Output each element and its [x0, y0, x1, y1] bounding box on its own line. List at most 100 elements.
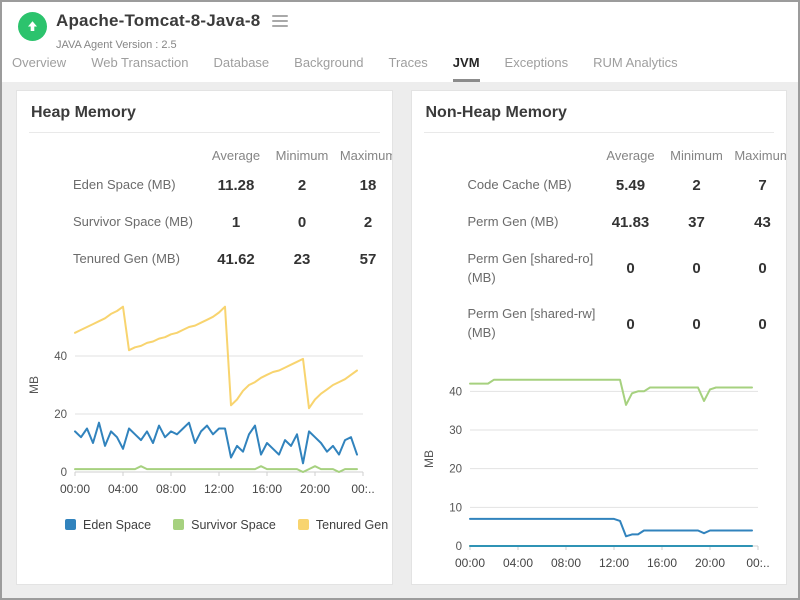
table-corner-cell: [412, 142, 598, 167]
tab-rum-analytics[interactable]: RUM Analytics: [593, 55, 678, 82]
metric-value: 5.49: [598, 167, 664, 204]
column-header: Minimum: [664, 142, 730, 167]
metric-value: 2: [664, 167, 730, 204]
tab-background[interactable]: Background: [294, 55, 363, 82]
metric-value: 7: [730, 167, 788, 204]
metric-value: 18: [335, 167, 393, 204]
legend-item-eden-space[interactable]: Eden Space: [65, 518, 151, 532]
metric-value: 57: [335, 241, 393, 278]
tab-bar: Overview Web Transaction Database Backgroun…: [12, 55, 798, 82]
metric-value: 1: [203, 204, 269, 241]
heap-memory-legend: Eden Space Survivor Space Tenured Gen: [65, 518, 392, 532]
table-row: Survivor Space (MB)102: [17, 204, 393, 241]
jvm-dashboard-content: Heap Memory AverageMinimumMaximum Eden S…: [2, 82, 798, 598]
legend-label: Eden Space: [83, 518, 151, 532]
arrow-up-icon: [25, 19, 40, 34]
svg-text:04:00: 04:00: [108, 482, 138, 496]
panel-title: Non-Heap Memory: [412, 91, 787, 132]
non-heap-memory-table: AverageMinimumMaximum Code Cache (MB)5.4…: [412, 142, 788, 352]
metric-value: 0: [598, 296, 664, 352]
svg-text:20:00: 20:00: [694, 556, 724, 570]
metric-value: 0: [730, 241, 788, 297]
table-corner-cell: [17, 142, 203, 167]
svg-text:16:00: 16:00: [646, 556, 676, 570]
tab-jvm[interactable]: JVM: [453, 55, 480, 82]
legend-label: Tenured Gen: [316, 518, 388, 532]
svg-text:12:00: 12:00: [598, 556, 628, 570]
svg-text:00:00: 00:00: [60, 482, 90, 496]
column-header: Average: [203, 142, 269, 167]
monitor-status-badge: [18, 12, 47, 41]
metric-value: 2: [335, 204, 393, 241]
column-header: Average: [598, 142, 664, 167]
metric-label: Survivor Space (MB): [17, 204, 203, 241]
metric-label: Tenured Gen (MB): [17, 241, 203, 278]
heap-memory-table: AverageMinimumMaximum Eden Space (MB)11.…: [17, 142, 393, 278]
heap-memory-panel: Heap Memory AverageMinimumMaximum Eden S…: [16, 90, 393, 585]
svg-text:08:00: 08:00: [550, 556, 580, 570]
legend-swatch: [298, 519, 309, 530]
metric-value: 23: [269, 241, 335, 278]
table-row: Perm Gen [shared-ro] (MB)000: [412, 241, 788, 297]
metric-value: 11.28: [203, 167, 269, 204]
metric-label: Perm Gen [shared-ro] (MB): [412, 241, 598, 297]
svg-text:00:..: 00:..: [746, 556, 769, 570]
tab-web-transaction[interactable]: Web Transaction: [91, 55, 188, 82]
svg-text:20: 20: [449, 464, 462, 476]
heap-memory-chart: 0 20 40 00:00 04:00 08:00 12:00 16:00 20:00 00:..…: [23, 290, 392, 502]
metric-value: 43: [730, 204, 788, 241]
hamburger-menu-icon[interactable]: [270, 13, 290, 29]
legend-swatch: [173, 519, 184, 530]
metric-value: 0: [664, 241, 730, 297]
svg-text:MB: MB: [422, 450, 436, 468]
metric-value: 41.62: [203, 241, 269, 278]
svg-text:20: 20: [54, 409, 67, 421]
metric-value: 37: [664, 204, 730, 241]
metric-value: 0: [269, 204, 335, 241]
svg-text:08:00: 08:00: [156, 482, 186, 496]
metric-value: 41.83: [598, 204, 664, 241]
column-header: Maximum: [335, 142, 393, 167]
monitor-header: Apache-Tomcat-8-Java-8 JAVA Agent Versio…: [2, 2, 798, 82]
panel-title: Heap Memory: [17, 91, 392, 132]
divider: [29, 132, 380, 133]
agent-version-label: JAVA Agent Version : 2.5: [56, 39, 177, 51]
legend-item-tenured-gen[interactable]: Tenured Gen: [298, 518, 388, 532]
svg-text:0: 0: [455, 541, 461, 553]
svg-text:04:00: 04:00: [502, 556, 532, 570]
non-heap-memory-chart: 0 10 20 30 40 00:00 04:00 08:00 12:00 16:00 20:00 0…: [418, 364, 787, 576]
tab-exceptions[interactable]: Exceptions: [505, 55, 569, 82]
tab-database[interactable]: Database: [214, 55, 270, 82]
non-heap-memory-panel: Non-Heap Memory AverageMinimumMaximum Co…: [411, 90, 788, 585]
metric-label: Perm Gen [shared-rw] (MB): [412, 296, 598, 352]
metric-label: Perm Gen (MB): [412, 204, 598, 241]
metric-value: 2: [269, 167, 335, 204]
svg-text:00:..: 00:..: [351, 482, 374, 496]
svg-text:MB: MB: [27, 376, 41, 394]
metric-value: 0: [730, 296, 788, 352]
divider: [424, 132, 775, 133]
table-row: Tenured Gen (MB)41.622357: [17, 241, 393, 278]
app-window: Apache-Tomcat-8-Java-8 JAVA Agent Versio…: [0, 0, 800, 600]
svg-text:20:00: 20:00: [300, 482, 330, 496]
svg-text:40: 40: [449, 386, 462, 398]
svg-text:12:00: 12:00: [204, 482, 234, 496]
metric-label: Eden Space (MB): [17, 167, 203, 204]
svg-text:40: 40: [54, 351, 67, 363]
svg-text:00:00: 00:00: [454, 556, 484, 570]
legend-item-survivor-space[interactable]: Survivor Space: [173, 518, 276, 532]
tab-traces[interactable]: Traces: [389, 55, 428, 82]
svg-text:10: 10: [449, 502, 462, 514]
svg-text:0: 0: [61, 467, 67, 479]
column-header: Minimum: [269, 142, 335, 167]
metric-value: 0: [598, 241, 664, 297]
legend-label: Survivor Space: [191, 518, 276, 532]
svg-text:30: 30: [449, 425, 462, 437]
metric-label: Code Cache (MB): [412, 167, 598, 204]
column-header: Maximum: [730, 142, 788, 167]
tab-overview[interactable]: Overview: [12, 55, 66, 82]
metric-value: 0: [664, 296, 730, 352]
svg-text:16:00: 16:00: [252, 482, 282, 496]
table-row: Eden Space (MB)11.28218: [17, 167, 393, 204]
page-title: Apache-Tomcat-8-Java-8: [56, 11, 260, 31]
